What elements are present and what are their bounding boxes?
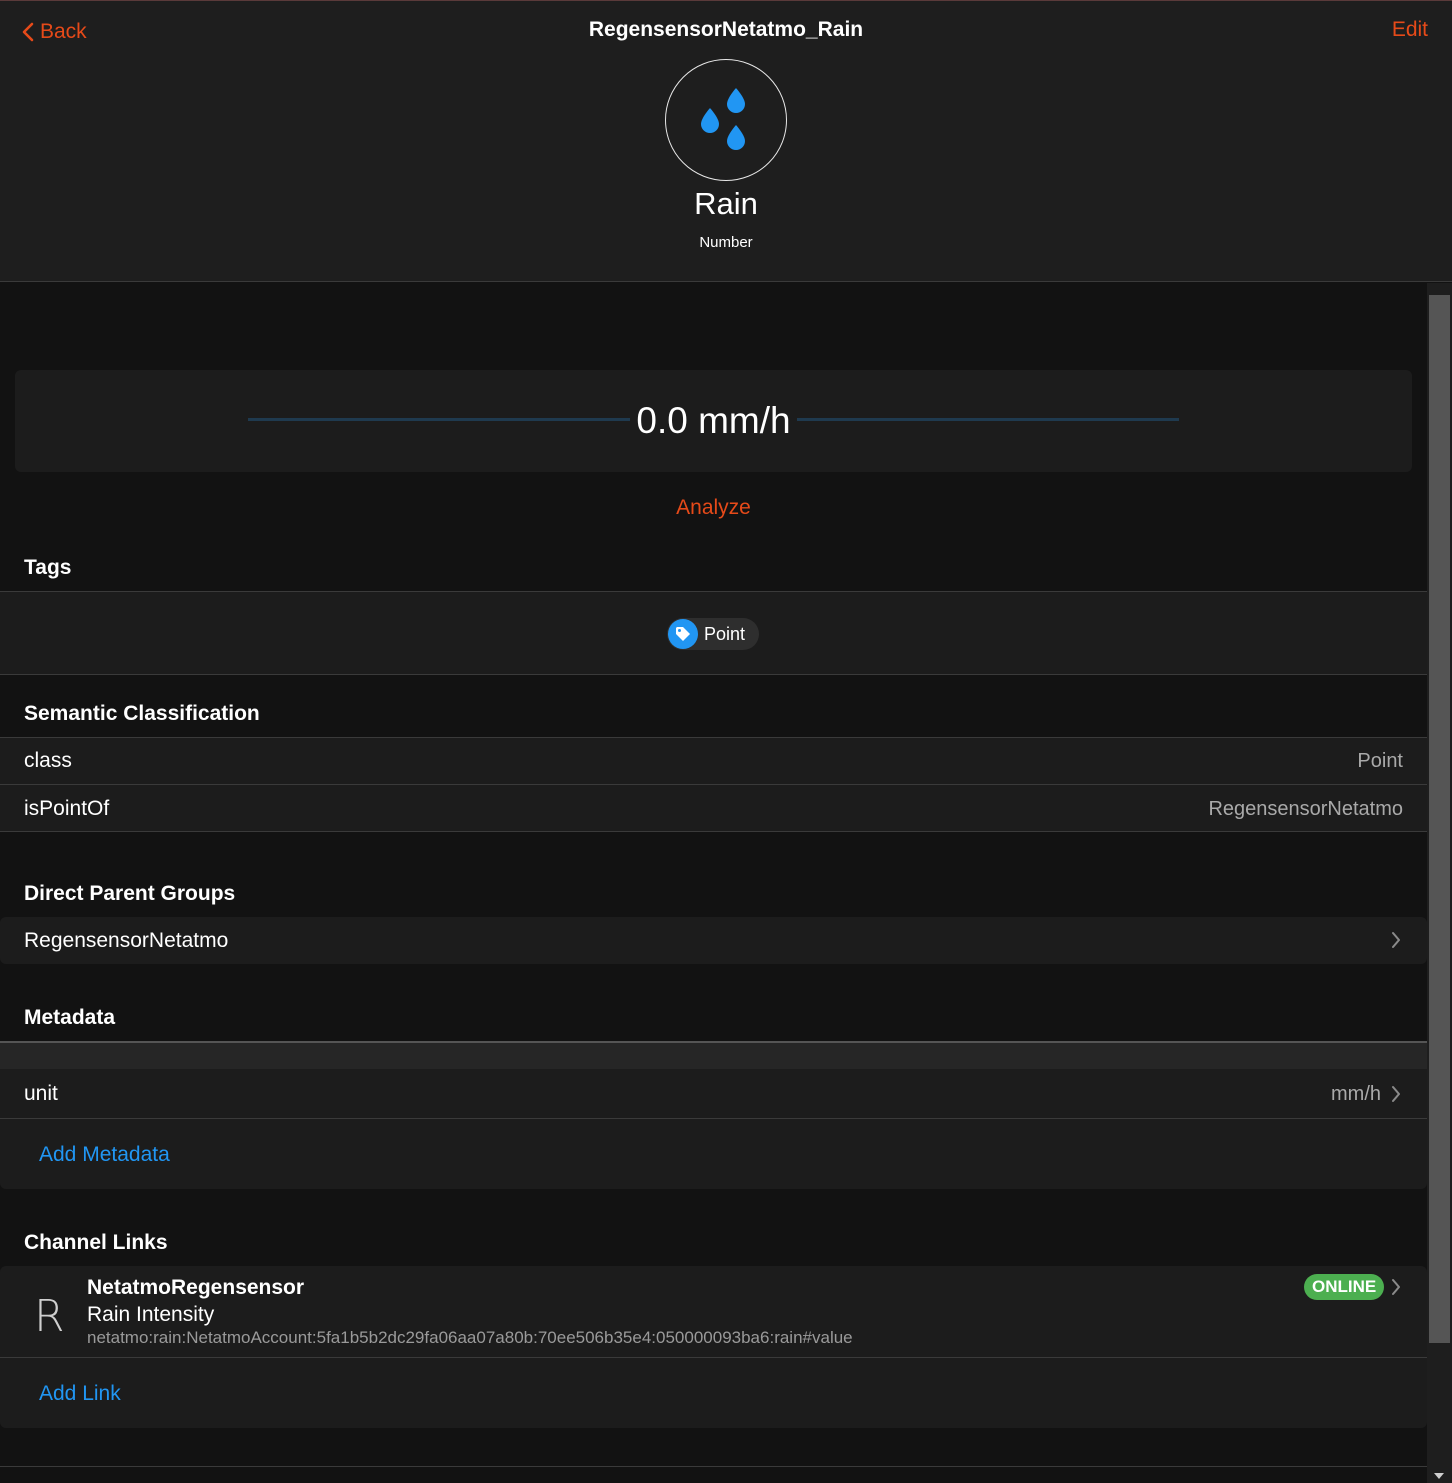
add-metadata-button[interactable]: Add Metadata [39,1143,170,1167]
status-badge: ONLINE [1304,1274,1385,1300]
item-type: Number [699,234,753,251]
tag-icon [668,619,698,649]
state-card[interactable]: 0.0 mm/h [15,370,1412,472]
semantic-ispointof-value: RegensensorNetatmo [1208,798,1403,820]
parent-groups-section-title: Direct Parent Groups [24,882,236,905]
page-title: RegensensorNetatmo_Rain [588,18,864,41]
semantic-class-value: Point [1357,750,1403,772]
item-label: Rain [694,186,758,221]
tags-section-title: Tags [24,556,72,579]
chevron-right-icon[interactable] [1391,1085,1401,1103]
metadata-header-strip [0,1043,1427,1069]
divider [0,1118,1427,1119]
item-icon-circle [665,59,787,181]
chevron-right-icon [1392,932,1400,948]
divider [0,831,1427,832]
semantic-section-title: Semantic Classification [24,702,260,725]
link-thing-title[interactable]: NetatmoRegensensor [87,1276,304,1300]
raindrops-icon [700,87,745,150]
edit-button[interactable]: Edit [1392,18,1428,42]
divider [0,1357,1427,1358]
parent-group-label: RegensensorNetatmo [24,929,229,952]
scrollbar[interactable] [1427,283,1452,1483]
metadata-unit-label: unit [24,1082,58,1105]
divider [0,674,1427,675]
metadata-block [0,1069,1427,1189]
item-header: Back RegensensorNetatmo_Rain Edit Rain N… [0,0,1452,282]
state-value-text: 0.0 mm/h [630,400,797,441]
link-channel-uid: netatmo:rain:NetatmoAccount:5fa1b5b2dc29… [87,1328,853,1347]
content-scroll-area[interactable]: 0.0 mm/h Analyze Tags Point Semantic Cla… [0,283,1427,1483]
scroll-down-icon[interactable] [1434,1473,1444,1479]
state-value: 0.0 mm/h [15,400,1412,442]
metadata-section-title: Metadata [24,1006,116,1029]
channel-links-section-title: Channel Links [24,1231,168,1254]
semantic-ispointof-label: isPointOf [24,797,110,820]
link-avatar: R [34,1291,65,1342]
semantic-class-label: class [24,749,72,772]
scrollbar-thumb[interactable] [1429,295,1450,1343]
tag-chip-label: Point [704,623,746,644]
link-channel-label: Rain Intensity [87,1303,215,1326]
divider [0,784,1427,785]
metadata-unit-value: mm/h [1331,1083,1381,1105]
divider [0,1466,1427,1467]
tag-chip-point[interactable]: Point [667,618,759,650]
add-link-button[interactable]: Add Link [39,1382,121,1406]
analyze-button[interactable]: Analyze [0,496,1427,520]
chevron-right-icon[interactable] [1391,1278,1401,1296]
